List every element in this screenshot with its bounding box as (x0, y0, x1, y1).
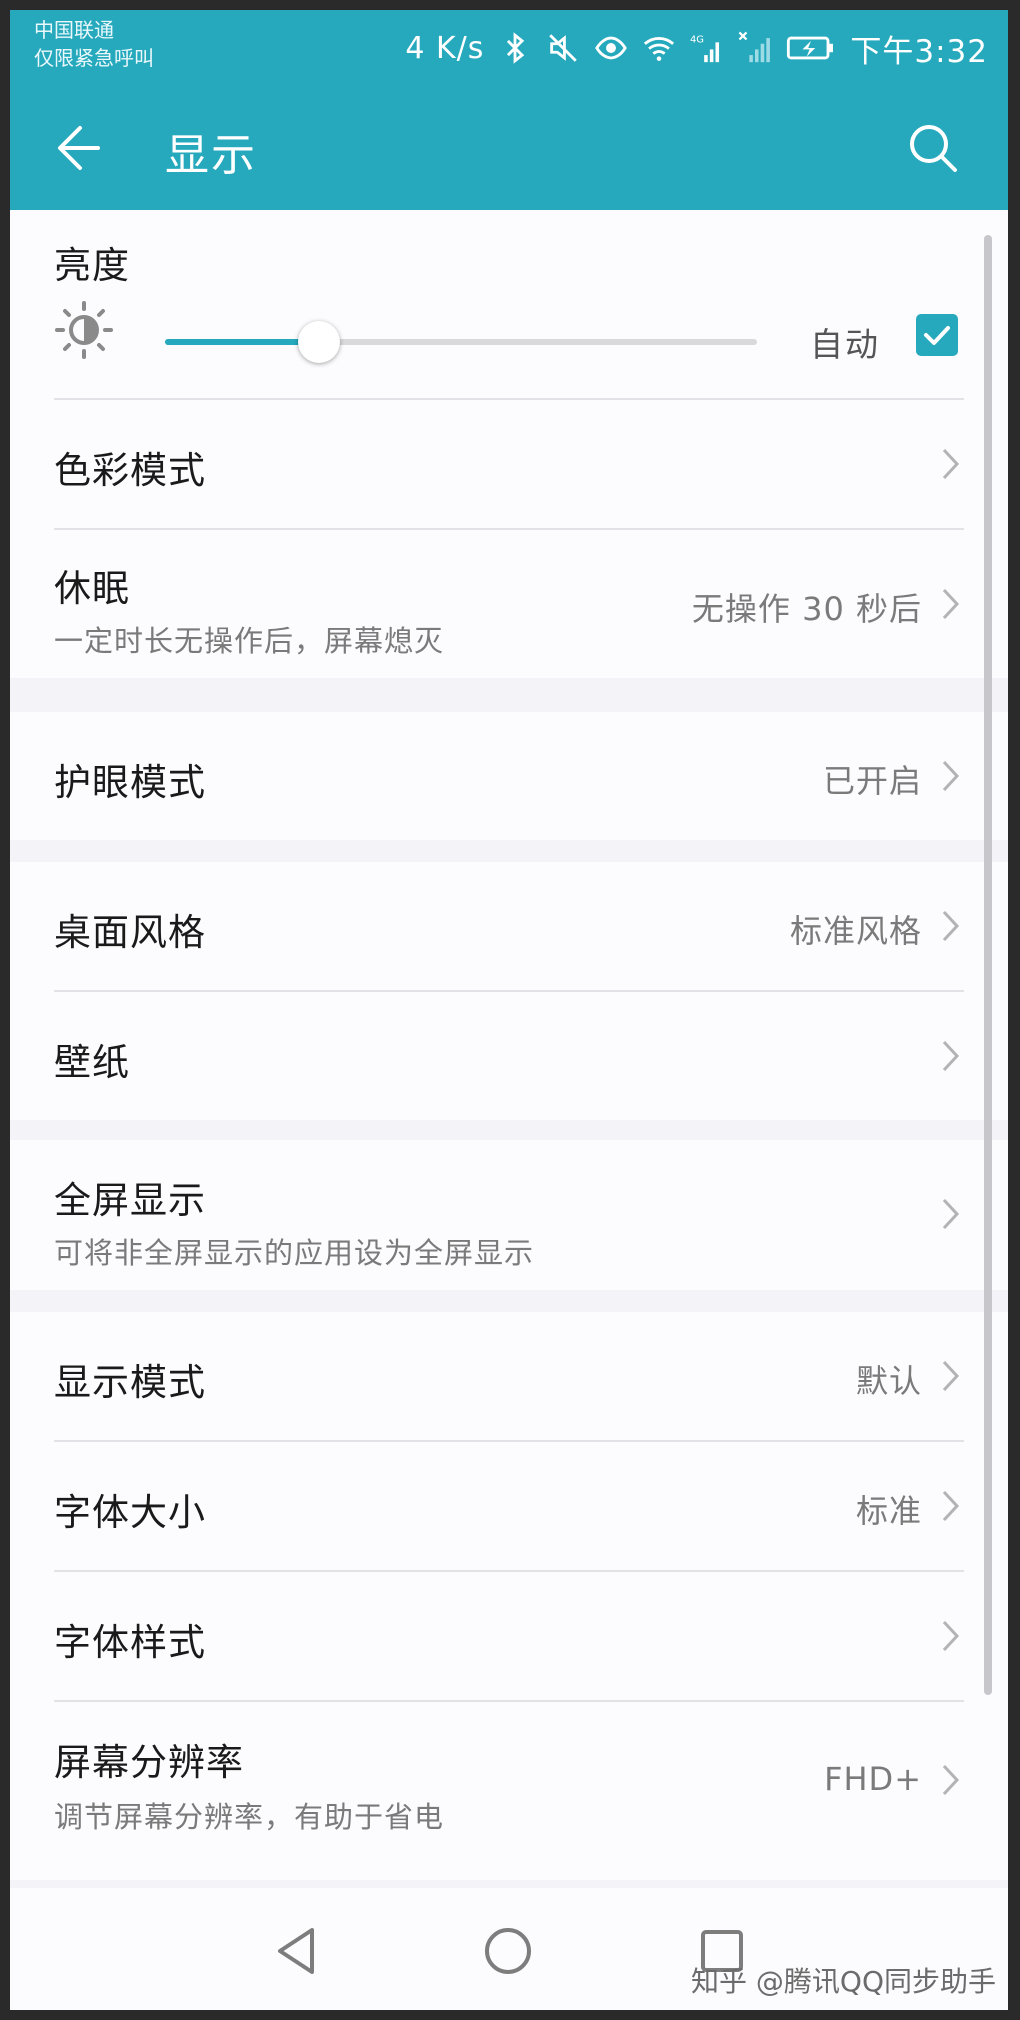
status-indicators: 4 K/s 4G 下午3:32 (405, 28, 988, 70)
auto-brightness-label: 自动 (810, 325, 880, 364)
home-style-value: 标准风格 (789, 912, 922, 950)
carrier-status: 仅限紧急呼叫 (34, 46, 154, 70)
battery-charging-icon (786, 31, 836, 65)
settings-card-home: 桌面风格 标准风格 壁纸 (10, 862, 1008, 1120)
color-mode-label: 色彩模式 (54, 449, 206, 492)
resolution-description: 调节屏幕分辨率，有助于省电 (54, 1800, 445, 1834)
back-arrow-icon (58, 126, 100, 170)
display-mode-value: 默认 (855, 1362, 922, 1400)
bluetooth-icon (498, 31, 532, 65)
chevron-right-icon (938, 1036, 964, 1076)
font-size-label: 字体大小 (54, 1491, 206, 1534)
resolution-label: 屏幕分辨率 (54, 1741, 244, 1784)
color-mode-row[interactable]: 色彩模式 (10, 400, 1008, 528)
font-size-row[interactable]: 字体大小 标准 (10, 1442, 1008, 1570)
brightness-slider-fill (165, 339, 319, 345)
settings-card-eye-comfort: 护眼模式 已开启 (10, 712, 1008, 840)
brightness-slider[interactable] (165, 321, 757, 363)
carrier-name: 中国联通 (34, 18, 114, 42)
full-screen-label: 全屏显示 (54, 1179, 206, 1222)
net-speed: 4 K/s (405, 30, 485, 66)
home-style-label: 桌面风格 (54, 911, 206, 954)
sleep-row[interactable]: 休眠 一定时长无操作后，屏幕熄灭 无操作 30 秒后 (10, 530, 1008, 678)
auto-brightness-checkbox[interactable] (916, 314, 958, 356)
search-icon (910, 125, 957, 172)
sleep-value: 无操作 30 秒后 (691, 590, 922, 628)
resolution-value: FHD+ (824, 1760, 922, 1798)
full-screen-description: 可将非全屏显示的应用设为全屏显示 (54, 1236, 535, 1270)
page-title: 显示 (165, 130, 257, 181)
nav-back-icon (278, 1928, 314, 1974)
brightness-row: 亮度 自动 (10, 210, 1008, 390)
top-bar: 中国联通 仅限紧急呼叫 4 K/s 4G 下午3:32 显示 (10, 10, 1008, 210)
chevron-right-icon (938, 756, 964, 796)
no-signal-icon (738, 31, 772, 65)
eye-comfort-row[interactable]: 护眼模式 已开启 (10, 712, 1008, 840)
search-button[interactable] (898, 113, 968, 183)
wallpaper-row[interactable]: 壁纸 (10, 992, 1008, 1120)
settings-list: 亮度 自动 色彩模式 休眠 一定时长无操作后，屏幕熄灭 无操作 30 秒后 护眼… (10, 210, 1008, 1880)
display-mode-row[interactable]: 显示模式 默认 (10, 1312, 1008, 1440)
display-mode-label: 显示模式 (54, 1361, 206, 1404)
nav-home-button[interactable] (473, 1916, 543, 1986)
chevron-right-icon (938, 1760, 964, 1800)
scrollbar[interactable] (984, 235, 992, 1695)
sleep-description: 一定时长无操作后，屏幕熄灭 (54, 624, 445, 658)
settings-card-text-display: 显示模式 默认 字体大小 标准 字体样式 屏幕分辨率 调节屏幕分辨率，有助于省电… (10, 1312, 1008, 1880)
eye-comfort-value: 已开启 (822, 762, 922, 800)
sleep-label: 休眠 (54, 567, 130, 610)
wifi-icon (642, 31, 676, 65)
svg-text:4G: 4G (690, 34, 704, 45)
system-nav-bar: 知乎 @腾讯QQ同步助手 (10, 1888, 1008, 2010)
watermark: 知乎 @腾讯QQ同步助手 (691, 1965, 996, 1998)
home-style-row[interactable]: 桌面风格 标准风格 (10, 862, 1008, 990)
checkmark-icon (924, 326, 950, 345)
chevron-right-icon (938, 906, 964, 946)
settings-card-display-basics: 亮度 自动 色彩模式 休眠 一定时长无操作后，屏幕熄灭 无操作 30 秒后 (10, 210, 1008, 678)
brightness-slider-thumb[interactable] (298, 321, 340, 363)
nav-back-button[interactable] (262, 1916, 332, 1986)
font-size-value: 标准 (855, 1492, 922, 1530)
settings-card-full-screen: 全屏显示 可将非全屏显示的应用设为全屏显示 (10, 1140, 1008, 1290)
status-bar: 中国联通 仅限紧急呼叫 4 K/s 4G 下午3:32 (10, 10, 1008, 85)
chevron-right-icon (938, 1486, 964, 1526)
eye-comfort-icon (594, 31, 628, 65)
chevron-right-icon (938, 584, 964, 624)
back-button[interactable] (48, 113, 118, 183)
screen: 中国联通 仅限紧急呼叫 4 K/s 4G 下午3:32 显示 亮度 自动 色彩模… (10, 10, 1008, 2010)
resolution-row[interactable]: 屏幕分辨率 调节屏幕分辨率，有助于省电 FHD+ (10, 1702, 1008, 1862)
nav-home-icon (485, 1928, 531, 1974)
wallpaper-label: 壁纸 (54, 1041, 130, 1084)
chevron-right-icon (938, 1616, 964, 1656)
mute-icon (546, 31, 580, 65)
sun-icon (54, 300, 114, 360)
full-screen-row[interactable]: 全屏显示 可将非全屏显示的应用设为全屏显示 (10, 1140, 1008, 1290)
chevron-right-icon (938, 1194, 964, 1234)
eye-comfort-label: 护眼模式 (54, 761, 206, 804)
font-style-row[interactable]: 字体样式 (10, 1572, 1008, 1700)
chevron-right-icon (938, 444, 964, 484)
4g-signal-icon: 4G (690, 31, 724, 65)
clock: 下午3:32 (850, 33, 988, 70)
chevron-right-icon (938, 1356, 964, 1396)
font-style-label: 字体样式 (54, 1621, 206, 1664)
brightness-label: 亮度 (54, 244, 130, 287)
app-bar: 显示 (10, 85, 1008, 210)
